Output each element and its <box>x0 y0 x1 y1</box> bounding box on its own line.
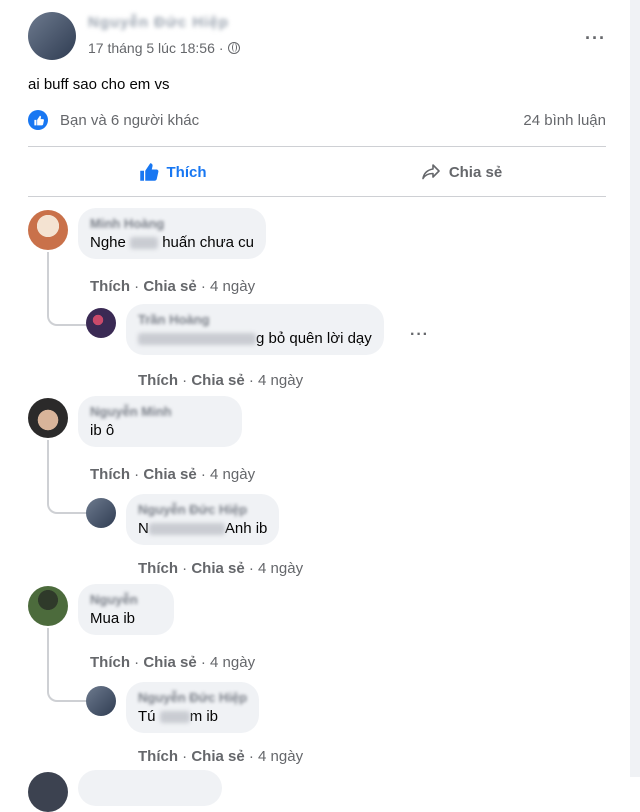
like-button[interactable]: Thích <box>28 148 317 196</box>
replier-avatar[interactable] <box>86 308 116 338</box>
reply-share-button[interactable]: Chia sẻ <box>191 372 244 389</box>
like-label: Thích <box>166 163 207 181</box>
commenter-name[interactable]: Minh Hoàng <box>90 216 254 232</box>
share-button[interactable]: Chia sẻ <box>317 148 606 196</box>
reply-actions: Thích · Chia sẻ · 4 ngày <box>138 372 304 389</box>
thread-line <box>47 440 87 514</box>
meta-separator: · <box>218 40 224 56</box>
reply-time[interactable]: 4 ngày <box>258 748 303 765</box>
replier-avatar[interactable] <box>86 498 116 528</box>
comment-time[interactable]: 4 ngày <box>210 278 255 295</box>
post-meta: 17 tháng 5 lúc 18:56 · <box>88 40 240 56</box>
replier-name[interactable]: Nguyễn Đức Hiệp <box>138 502 267 518</box>
comment-actions: Thích · Chia sẻ · 4 ngày <box>90 278 256 295</box>
comment-text: ib ô <box>90 422 115 439</box>
share-label: Chia sẻ <box>448 163 503 181</box>
thread-line <box>47 252 87 326</box>
reply-share-button[interactable]: Chia sẻ <box>191 560 244 577</box>
reply-like-button[interactable]: Thích <box>138 748 178 765</box>
scrollbar[interactable] <box>630 0 640 777</box>
reply-bubble: Trần Hoàng g bỏ quên lời dạy <box>126 304 384 355</box>
reply-text: N Anh ib <box>138 520 268 537</box>
comment-share-button[interactable]: Chia sẻ <box>143 278 196 295</box>
comment-time[interactable]: 4 ngày <box>210 654 255 671</box>
comment-bubble <box>78 770 222 806</box>
divider-top <box>28 146 606 147</box>
comment-count[interactable]: 24 bình luận <box>523 112 606 129</box>
commenter-avatar[interactable] <box>28 398 68 438</box>
author-avatar[interactable] <box>28 12 76 60</box>
comment-bubble: Nguyễn Mua ib <box>78 584 174 635</box>
reactions-row: Bạn và 6 người khác 24 bình luận <box>28 108 606 134</box>
comment-text: Nghe huấn chưa cu <box>90 234 254 251</box>
reply-actions: Thích · Chia sẻ · 4 ngày <box>138 748 304 765</box>
comment-bubble: Minh Hoàng Nghe huấn chưa cu <box>78 208 266 259</box>
comment-share-button[interactable]: Chia sẻ <box>143 466 196 483</box>
commenter-avatar[interactable] <box>28 586 68 626</box>
reply-bubble: Nguyễn Đức Hiệp N Anh ib <box>126 494 280 545</box>
comment-text: Mua ib <box>90 610 136 627</box>
comment-share-button[interactable]: Chia sẻ <box>143 654 196 671</box>
reply-actions: Thích · Chia sẻ · 4 ngày <box>138 560 304 577</box>
share-arrow-icon <box>422 164 440 180</box>
comment-time[interactable]: 4 ngày <box>210 466 255 483</box>
post-text: ai buff sao cho em vs <box>28 76 170 93</box>
replier-name[interactable]: Trần Hoàng <box>138 312 372 328</box>
reply-like-button[interactable]: Thích <box>138 372 178 389</box>
like-reaction-icon <box>28 110 48 130</box>
comment-like-button[interactable]: Thích <box>90 278 130 295</box>
replier-avatar[interactable] <box>86 686 116 716</box>
reply-time[interactable]: 4 ngày <box>258 560 303 577</box>
reply-bubble: Nguyễn Đức Hiệp Tú m ib <box>126 682 260 733</box>
divider-bottom <box>28 196 606 197</box>
reply-like-button[interactable]: Thích <box>138 560 178 577</box>
author-name[interactable]: Nguyễn Đức Hiệp <box>88 14 229 31</box>
post-timestamp[interactable]: 17 tháng 5 lúc 18:56 <box>88 40 215 56</box>
post-header: Nguyễn Đức Hiệp 17 tháng 5 lúc 18:56 · ·… <box>28 12 630 66</box>
reply-more-options[interactable]: ··· <box>410 326 429 344</box>
action-bar: Thích Chia sẻ <box>28 148 606 196</box>
comment-like-button[interactable]: Thích <box>90 654 130 671</box>
commenter-name[interactable]: Nguyễn <box>90 592 162 608</box>
globe-icon <box>227 42 240 54</box>
thread-line <box>47 628 87 702</box>
comment-actions: Thích · Chia sẻ · 4 ngày <box>90 466 256 483</box>
comment-bubble: Nguyễn Minh ib ô <box>78 396 242 447</box>
commenter-avatar[interactable] <box>28 210 68 250</box>
reply-text: g bỏ quên lời dạy <box>138 330 372 347</box>
reply-time[interactable]: 4 ngày <box>258 372 303 389</box>
post-card: Nguyễn Đức Hiệp 17 tháng 5 lúc 18:56 · ·… <box>0 0 631 812</box>
reply-share-button[interactable]: Chia sẻ <box>191 748 244 765</box>
reactions-summary[interactable]: Bạn và 6 người khác <box>60 112 199 129</box>
reply-text: Tú m ib <box>138 708 219 725</box>
replier-name[interactable]: Nguyễn Đức Hiệp <box>138 690 247 706</box>
more-options-button[interactable]: ··· <box>585 28 606 49</box>
commenter-name[interactable]: Nguyễn Minh <box>90 404 230 420</box>
commenter-avatar[interactable] <box>28 772 68 812</box>
thumbs-up-icon <box>139 163 158 181</box>
comment-like-button[interactable]: Thích <box>90 466 130 483</box>
comment-actions: Thích · Chia sẻ · 4 ngày <box>90 654 256 671</box>
